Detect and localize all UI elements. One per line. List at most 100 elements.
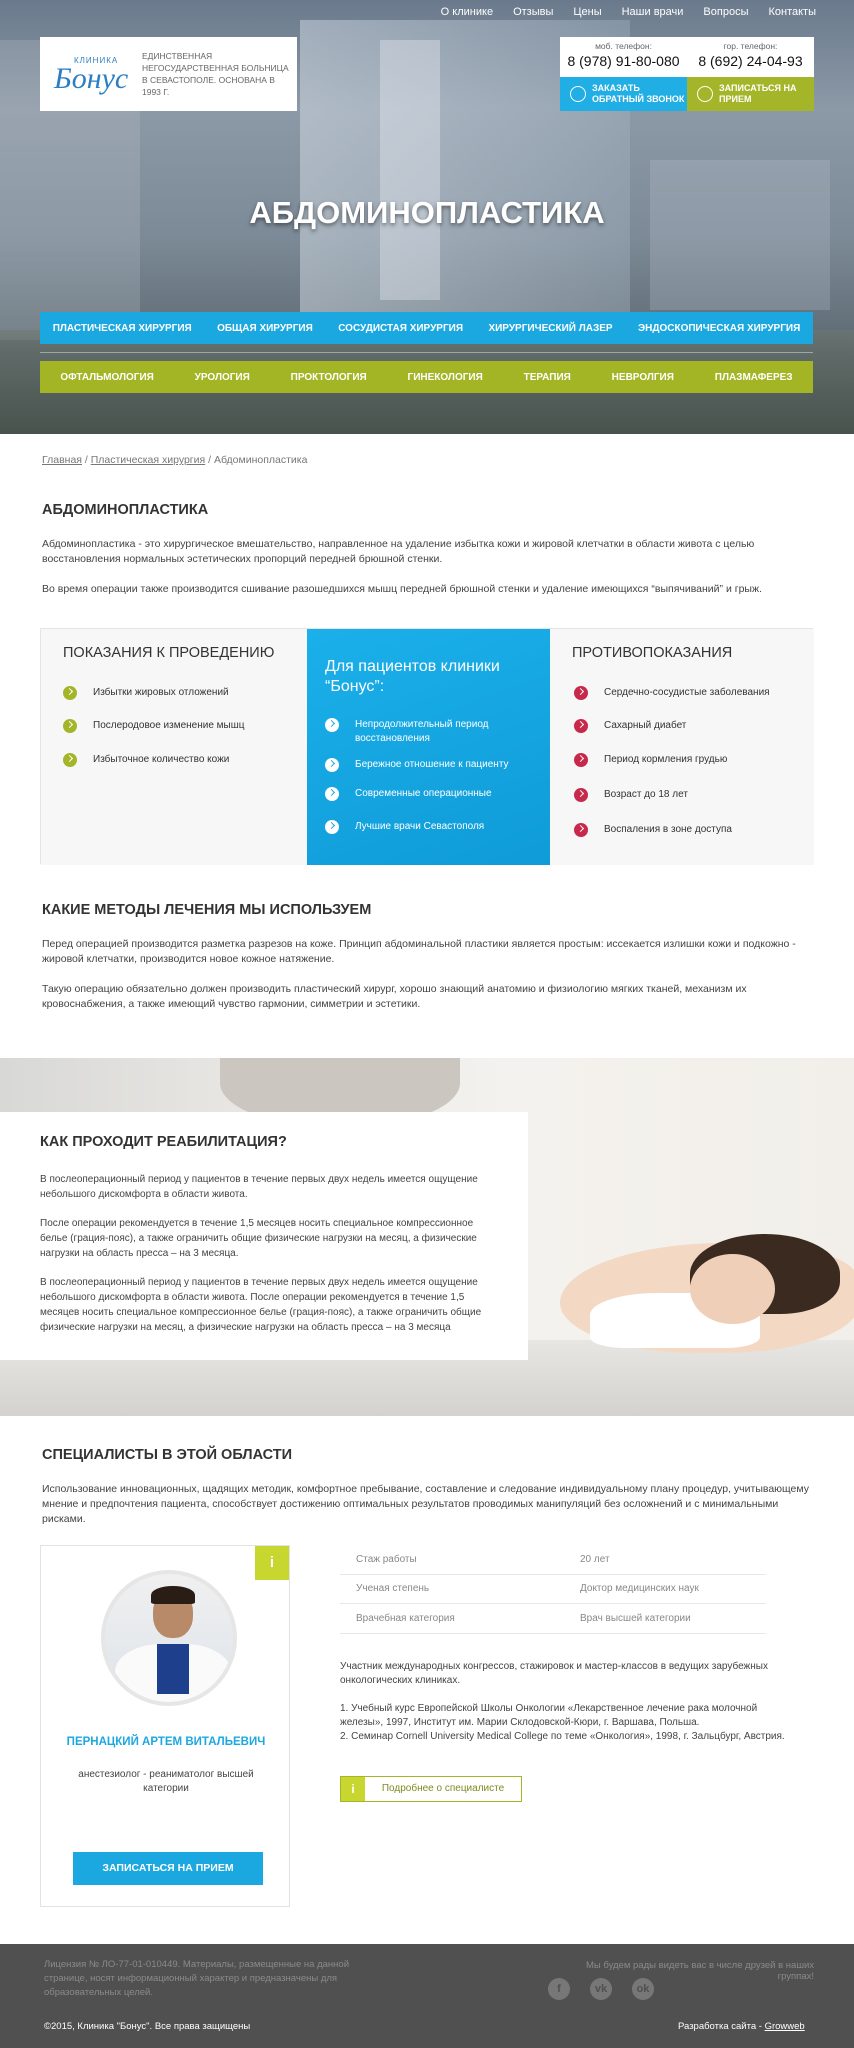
topnav-doctors[interactable]: Наши врачи bbox=[622, 6, 684, 18]
list-item: Возраст до 18 лет bbox=[574, 788, 688, 802]
topnav-contacts[interactable]: Контакты bbox=[768, 6, 816, 18]
list-item: Послеродовое изменение мышц bbox=[63, 719, 245, 733]
menu-surgical-laser[interactable]: ХИРУРГИЧЕСКИЙ ЛАЗЕР bbox=[488, 323, 612, 334]
appointment-button[interactable]: ЗАПИСАТЬСЯ НА ПРИЕМ bbox=[687, 77, 814, 111]
doctor-stats: Стаж работы 20 лет Ученая степень Доктор м… bbox=[340, 1545, 766, 1634]
logo-tagline: ЕДИНСТВЕННАЯ НЕГОСУДАРСТВЕННАЯ БОЛЬНИЦА … bbox=[142, 51, 289, 97]
facebook-icon[interactable]: f bbox=[548, 1978, 570, 2000]
methods-paragraph-2: Такую операцию обязательно должен произв… bbox=[42, 983, 747, 1010]
stats-row: Врачебная категория Врач высшей категории bbox=[340, 1604, 766, 1634]
intro-paragraph-1: Абдоминопластика - это хирургическое вме… bbox=[42, 538, 755, 565]
info-icon: i bbox=[341, 1777, 365, 1801]
check-icon bbox=[574, 686, 588, 700]
patients-title: Для пациентов клиники “Бонус”: bbox=[325, 658, 500, 695]
list-item: Непродолжительный период восстановления bbox=[325, 718, 535, 746]
check-icon bbox=[574, 753, 588, 767]
list-item: Воспаления в зоне доступа bbox=[574, 823, 732, 837]
secondary-service-menu: ОФТАЛЬМОЛОГИЯ УРОЛОГИЯ ПРОКТОЛОГИЯ ГИНЕК… bbox=[40, 361, 813, 393]
check-icon bbox=[574, 719, 588, 733]
phone-icon bbox=[570, 86, 586, 102]
specialists-heading: СПЕЦИАЛИСТЫ В ЭТОЙ ОБЛАСТИ bbox=[42, 1447, 293, 1463]
top-navigation: О клинике Отзывы Цены Наши врачи Вопросы… bbox=[441, 6, 816, 18]
rehab-paragraph-2: После операции рекомендуется в течение 1… bbox=[40, 1218, 477, 1259]
list-item: Сахарный диабет bbox=[574, 719, 686, 733]
patients-column: Для пациентов клиники “Бонус”: Непродолж… bbox=[307, 629, 550, 865]
more-about-specialist-button[interactable]: i Подробнее о специалисте bbox=[340, 1776, 522, 1802]
check-icon bbox=[325, 758, 339, 772]
city-phone: гор. телефон: 8 (692) 24-04-93 bbox=[698, 41, 803, 69]
menu-vascular-surgery[interactable]: СОСУДИСТАЯ ХИРУРГИЯ bbox=[338, 323, 463, 334]
check-icon bbox=[574, 788, 588, 802]
list-item: Избыточное количество кожи bbox=[63, 753, 229, 767]
topnav-prices[interactable]: Цены bbox=[573, 6, 601, 18]
topnav-questions[interactable]: Вопросы bbox=[703, 6, 748, 18]
menu-urology[interactable]: УРОЛОГИЯ bbox=[195, 372, 250, 383]
stats-row: Ученая степень Доктор медицинских наук bbox=[340, 1575, 766, 1604]
contraindications-column: ПРОТИВОПОКАЗАНИЯ Сердечно-сосудистые заб… bbox=[550, 629, 814, 865]
menu-general-surgery[interactable]: ОБЩАЯ ХИРУРГИЯ bbox=[217, 323, 313, 334]
doctor-position: анестезиолог - реаниматолог высшей катег… bbox=[78, 1769, 254, 1794]
list-item: Бережное отношение к пациенту bbox=[325, 758, 535, 772]
social-links: f vk ok bbox=[548, 1978, 654, 2000]
copyright: ©2015, Клиника "Бонус". Все права защище… bbox=[44, 2021, 251, 2032]
rehabilitation-heading: КАК ПРОХОДИТ РЕАБИЛИТАЦИЯ? bbox=[40, 1134, 287, 1150]
breadcrumb-current: Абдоминопластика bbox=[213, 454, 308, 466]
intro-paragraph-2: Во время операции также производится сши… bbox=[42, 583, 762, 595]
methods-paragraph-1: Перед операцией производится разметка ра… bbox=[42, 938, 796, 965]
check-icon bbox=[574, 823, 588, 837]
contraindications-title: ПРОТИВОПОКАЗАНИЯ bbox=[572, 645, 733, 661]
list-item: Сердечно-сосудистые заболевания bbox=[574, 686, 770, 700]
rehab-paragraph-1: В послеоперационный период у пациентов в… bbox=[40, 1174, 478, 1200]
callback-button[interactable]: ЗАКАЗАТЬ ОБРАТНЫЙ ЗВОНОК bbox=[560, 77, 687, 111]
check-icon bbox=[325, 718, 339, 732]
vk-icon[interactable]: vk bbox=[590, 1978, 612, 2000]
doctor-card: i ПЕРНАЦКИЙ АРТЕМ ВИТАЛЬЕВИЧ анестезиоло… bbox=[40, 1545, 290, 1907]
indications-column: ПОКАЗАНИЯ К ПРОВЕДЕНИЮ Избытки жировых о… bbox=[41, 629, 307, 865]
menu-therapy[interactable]: ТЕРАПИЯ bbox=[524, 372, 571, 383]
methods-heading: КАКИЕ МЕТОДЫ ЛЕЧЕНИЯ МЫ ИСПОЛЬЗУЕМ bbox=[42, 902, 372, 918]
list-item: Избытки жировых отложений bbox=[63, 686, 229, 700]
topnav-about[interactable]: О клинике bbox=[441, 6, 493, 18]
doctor-photo bbox=[101, 1570, 237, 1706]
info-columns: ПОКАЗАНИЯ К ПРОВЕДЕНИЮ Избытки жировых о… bbox=[40, 628, 814, 865]
primary-service-menu: ПЛАСТИЧЕСКАЯ ХИРУРГИЯ ОБЩАЯ ХИРУРГИЯ СОС… bbox=[40, 312, 813, 344]
check-icon bbox=[63, 753, 77, 767]
developer-link[interactable]: Growweb bbox=[765, 2021, 805, 2032]
menu-endoscopic-surgery[interactable]: ЭНДОСКОПИЧЕСКАЯ ХИРУРГИЯ bbox=[638, 323, 800, 334]
check-icon bbox=[63, 719, 77, 733]
doctor-bio: Участник международных конгрессов, стажи… bbox=[340, 1661, 785, 1742]
logo-mark: КЛИНИКА Бонус bbox=[54, 56, 129, 95]
specialists-intro: Использование инновационных, щадящих мет… bbox=[42, 1483, 809, 1525]
intro-heading: АБДОМИНОПЛАСТИКА bbox=[42, 502, 209, 518]
list-item: Лучшие врачи Севастополя bbox=[325, 820, 535, 834]
menu-ophthalmology[interactable]: ОФТАЛЬМОЛОГИЯ bbox=[60, 372, 153, 383]
odnoklassniki-icon[interactable]: ok bbox=[632, 1978, 654, 2000]
stethoscope-icon bbox=[697, 86, 713, 102]
check-icon bbox=[325, 820, 339, 834]
info-icon[interactable]: i bbox=[255, 1546, 289, 1580]
list-item: Современные операционные bbox=[325, 787, 535, 801]
breadcrumb-home[interactable]: Главная bbox=[42, 454, 82, 466]
logo[interactable]: КЛИНИКА Бонус ЕДИНСТВЕННАЯ НЕГОСУДАРСТВЕ… bbox=[40, 37, 297, 111]
mobile-phone: моб. телефон: 8 (978) 91-80-080 bbox=[567, 41, 680, 69]
page-title: АБДОМИНОПЛАСТИКА bbox=[249, 195, 605, 230]
menu-proctology[interactable]: ПРОКТОЛОГИЯ bbox=[291, 372, 367, 383]
doctor-name[interactable]: ПЕРНАЦКИЙ АРТЕМ ВИТАЛЬЕВИЧ bbox=[41, 1736, 291, 1748]
developer-credit: Разработка сайта - Growweb bbox=[678, 2021, 805, 2032]
breadcrumb: Главная / Пластическая хирургия / Абдоми… bbox=[42, 454, 308, 466]
stats-row: Стаж работы 20 лет bbox=[340, 1545, 766, 1575]
rehabilitation-panel: КАК ПРОХОДИТ РЕАБИЛИТАЦИЯ? В послеоперац… bbox=[0, 1112, 528, 1360]
indications-title: ПОКАЗАНИЯ К ПРОВЕДЕНИЮ bbox=[63, 645, 275, 661]
menu-plastic-surgery[interactable]: ПЛАСТИЧЕСКАЯ ХИРУРГИЯ bbox=[53, 323, 192, 334]
menu-gynecology[interactable]: ГИНЕКОЛОГИЯ bbox=[408, 372, 483, 383]
book-appointment-button[interactable]: ЗАПИСАТЬСЯ НА ПРИЕМ bbox=[73, 1852, 263, 1885]
menu-neurology[interactable]: НЕВРОЛГИЯ bbox=[612, 372, 674, 383]
check-icon bbox=[325, 787, 339, 801]
menu-plasmapheresis[interactable]: ПЛАЗМАФЕРЕЗ bbox=[715, 372, 793, 383]
license-text: Лицензия № ЛО-77-01-010449. Материалы, р… bbox=[44, 1959, 350, 1998]
menu-divider bbox=[40, 352, 813, 353]
contact-box: моб. телефон: 8 (978) 91-80-080 гор. тел… bbox=[560, 37, 814, 111]
topnav-reviews[interactable]: Отзывы bbox=[513, 6, 553, 18]
breadcrumb-section[interactable]: Пластическая хирургия bbox=[91, 454, 205, 466]
check-icon bbox=[63, 686, 77, 700]
